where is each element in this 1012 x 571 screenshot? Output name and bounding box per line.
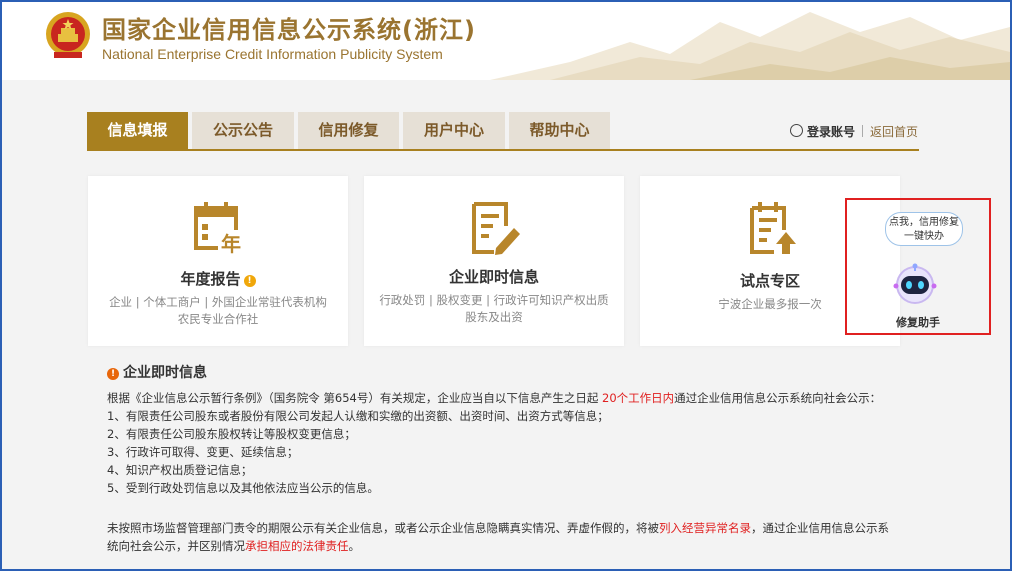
tab-help-center[interactable]: 帮助中心 — [509, 112, 610, 149]
notice-text: 。 — [348, 539, 361, 553]
edit-document-icon — [472, 202, 520, 255]
assistant-bubble[interactable]: 点我，信用修复 一键快办 — [885, 212, 963, 246]
site-subtitle: National Enterprise Credit Information P… — [102, 46, 443, 62]
intro-highlight: 20个工作日内 — [602, 391, 675, 405]
mountain-background — [490, 12, 1010, 80]
tab-public-notice[interactable]: 公示公告 — [192, 112, 294, 149]
notice-text: ，通过企业信用信息公示系 — [751, 521, 889, 535]
annual-report-calendar-icon: 年 — [194, 202, 244, 256]
card-description: 行政处罚 | 股权变更 | 行政许可知识产权出质 股东及出资 — [374, 292, 614, 326]
login-link[interactable]: 登录账号 — [790, 123, 855, 140]
card-desc-line: 企业 | 个体工商户 | 外国企业常驻代表机构 — [109, 295, 327, 309]
card-desc-line: 股东及出资 — [465, 310, 523, 324]
national-emblem-icon — [46, 12, 90, 58]
tab-user-center[interactable]: 用户中心 — [403, 112, 505, 149]
site-header: 国家企业信用信息公示系统(浙江) National Enterprise Cre… — [2, 2, 1010, 80]
notice-line-2: 统向社会公示，并区别情况承担相应的法律责任。 — [107, 538, 360, 554]
tab-underline — [87, 149, 919, 151]
info-item: 3、行政许可取得、变更、延续信息； — [107, 445, 299, 459]
info-item: 2、有限责任公司股东股权转让等股权变更信息； — [107, 427, 356, 441]
user-icon — [790, 124, 803, 137]
info-item: 1、有限责任公司股东或者股份有限公司发起人认缴和实缴的出资额、出资时间、出资方式… — [107, 409, 609, 423]
bubble-text: 一键快办 — [904, 231, 944, 242]
card-desc-line: 行政处罚 | 股权变更 | 行政许可知识产权出质 — [379, 293, 609, 307]
login-label: 登录账号 — [807, 125, 856, 139]
card-title: 年度报告! — [88, 268, 348, 289]
card-instant-info[interactable]: 企业即时信息 行政处罚 | 股权变更 | 行政许可知识产权出质 股东及出资 — [364, 176, 624, 346]
upload-document-icon — [750, 202, 796, 254]
tab-info-filing[interactable]: 信息填报 — [87, 112, 188, 149]
info-alert-icon: ! — [107, 368, 119, 380]
notice-line-1: 未按照市场监督管理部门责令的期限公示有关企业信息，或者公示企业信息隐瞒真实情况、… — [107, 520, 889, 536]
info-item: 4、知识产权出质登记信息； — [107, 463, 253, 477]
intro-text: 通过企业信用信息公示系统向社会公示： — [674, 391, 882, 405]
card-title-text: 年度报告 — [180, 270, 241, 288]
info-heading-text: 企业即时信息 — [123, 365, 207, 381]
bubble-text: 点我，信用修复 — [889, 217, 959, 228]
info-item: 5、受到行政处罚信息以及其他依法应当公示的信息。 — [107, 481, 379, 495]
notice-text: 统向社会公示，并区别情况 — [107, 539, 245, 553]
notice-highlight: 列入经营异常名录 — [659, 521, 751, 535]
assistant-label: 修复助手 — [896, 316, 940, 329]
divider — [862, 125, 863, 137]
site-title: 国家企业信用信息公示系统(浙江) — [102, 16, 476, 44]
intro-text: 根据《企业信息公示暂行条例》（国务院令 第654号）有关规定，企业应当自以下信息… — [107, 391, 603, 405]
repair-assistant-widget[interactable]: 点我，信用修复 一键快办 修复助手 — [845, 198, 991, 335]
tab-credit-repair[interactable]: 信用修复 — [298, 112, 399, 149]
card-desc-line: 农民专业合作社 — [177, 312, 259, 326]
card-title: 企业即时信息 — [448, 268, 539, 286]
info-intro: 根据《企业信息公示暂行条例》（国务院令 第654号）有关规定，企业应当自以下信息… — [107, 390, 881, 406]
svg-text:年: 年 — [221, 232, 241, 256]
card-description: 企业 | 个体工商户 | 外国企业常驻代表机构 农民专业合作社 — [98, 294, 338, 328]
back-home-link[interactable]: 返回首页 — [870, 123, 918, 140]
warning-icon[interactable]: ! — [243, 275, 256, 287]
robot-icon[interactable] — [893, 262, 937, 306]
info-heading: ! 企业即时信息 — [107, 362, 207, 382]
notice-text: 未按照市场监督管理部门责令的期限公示有关企业信息，或者公示企业信息隐瞒真实情况、… — [107, 521, 659, 535]
notice-highlight: 承担相应的法律责任 — [245, 539, 349, 553]
card-annual-report[interactable]: 年 年度报告! 企业 | 个体工商户 | 外国企业常驻代表机构 农民专业合作社 — [88, 176, 348, 346]
